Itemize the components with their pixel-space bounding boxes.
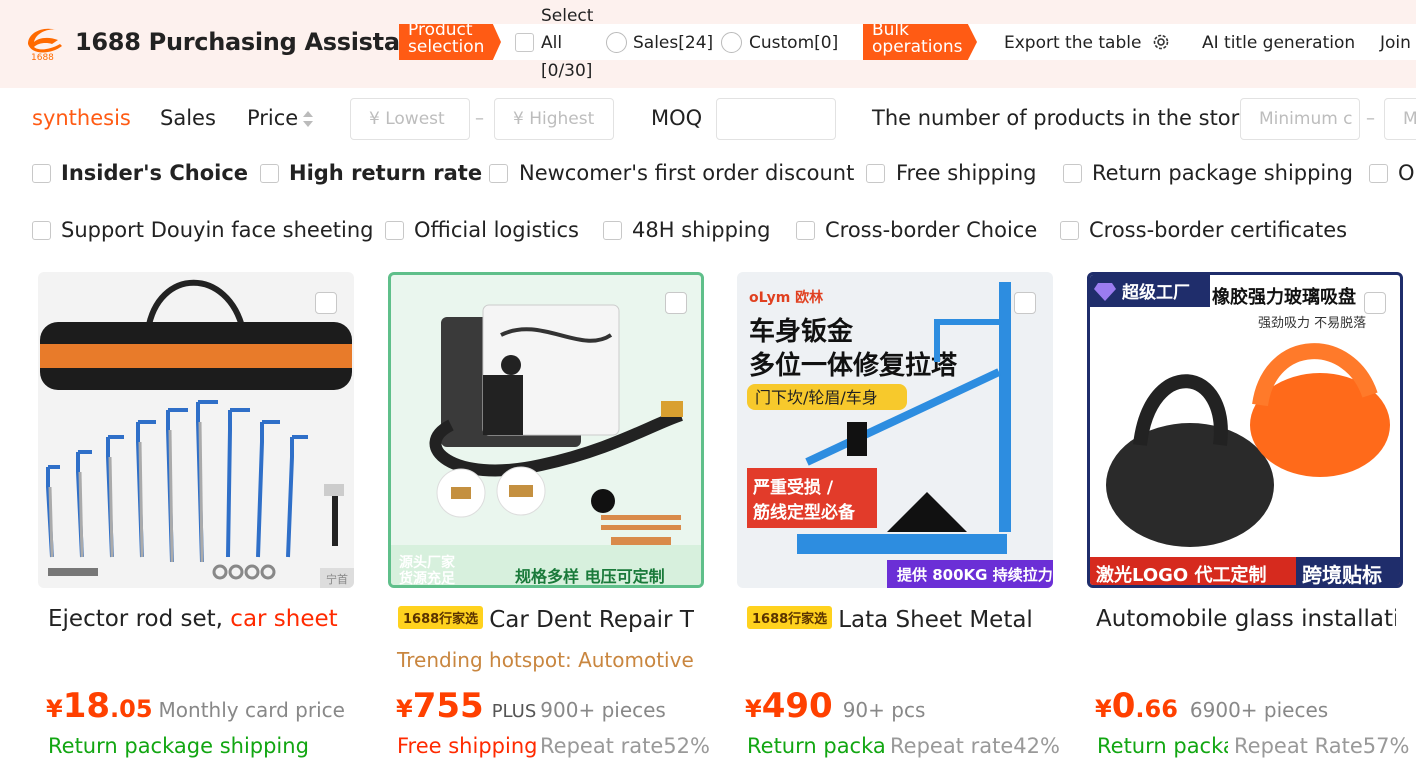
gear-icon[interactable] (1151, 32, 1171, 52)
product-price: ¥0.66 6900+ pieces (1095, 686, 1329, 726)
filter-48h[interactable]: 48H shipping (632, 218, 770, 242)
filter-high-return-rate-checkbox[interactable] (260, 164, 279, 183)
pulling-tower-image: oLym 欧林 车身钣金 多位一体修复拉塔 门下坎/轮眉/车身 严重受损 / 筋… (747, 282, 1053, 588)
svg-text:oLym 欧林: oLym 欧林 (749, 289, 823, 306)
select-all-label: All (541, 33, 563, 53)
alibaba-logo-icon: 1688 (28, 28, 62, 62)
filter-douyin[interactable]: Support Douyin face sheeting (61, 218, 373, 242)
filter-cross-border-cert-checkbox[interactable] (1060, 221, 1079, 240)
filter-newcomer-discount[interactable]: Newcomer's first order discount (519, 161, 854, 185)
product-price: ¥490 90+ pcs (745, 686, 926, 726)
filter-return-package[interactable]: Return package shipping (1092, 161, 1353, 185)
filter-cross-border-choice-checkbox[interactable] (796, 221, 815, 240)
product-title[interactable]: 1688行家选 Car Dent Repair T (398, 606, 698, 633)
product-image[interactable]: oLym 欧林 车身钣金 多位一体修复拉塔 门下坎/轮眉/车身 严重受损 / 筋… (737, 272, 1053, 588)
svg-text:跨境贴标: 跨境贴标 (1302, 563, 1382, 587)
app-title: 1688 Purchasing Assistant (75, 28, 428, 56)
filter-high-return-rate[interactable]: High return rate (289, 161, 482, 185)
product-select-checkbox[interactable] (665, 292, 687, 314)
repeat-rate: Repeat rate42% (890, 734, 1060, 758)
price-highest-input[interactable]: ¥ Highest (494, 98, 614, 140)
svg-text:橡胶强力玻璃吸盘: 橡胶强力玻璃吸盘 (1212, 286, 1356, 308)
svg-text:货源充足: 货源充足 (398, 570, 456, 587)
filter-douyin-checkbox[interactable] (32, 221, 51, 240)
select-all-checkbox[interactable] (515, 33, 534, 52)
product-image[interactable]: 超级工厂 橡胶强力玻璃吸盘 强劲吸力 不易脱落 激光LOGO 代工定制 跨境贴标 (1087, 272, 1403, 588)
store-products-label: The number of products in the store (872, 106, 1252, 130)
select-all-count: [0/30] (541, 61, 593, 81)
return-shipping-tag: Return packa (1097, 734, 1228, 758)
svg-text:筋线定型必备: 筋线定型必备 (752, 502, 856, 523)
ai-title-generation-button[interactable]: AI title generation (1202, 33, 1355, 53)
svg-text:源头厂家: 源头厂家 (399, 554, 456, 571)
return-shipping-tag: Return packag (747, 734, 884, 758)
sort-arrows-icon[interactable] (302, 109, 314, 129)
range-dash: – (475, 108, 484, 129)
filter-return-package-checkbox[interactable] (1063, 164, 1082, 183)
product-price: ¥755 PLUS 900+ pieces (396, 686, 666, 726)
trending-hotspot: Trending hotspot: Automotive (397, 648, 694, 672)
product-select-checkbox[interactable] (1364, 292, 1386, 314)
bulk-operations-tag: Bulk operations (863, 24, 977, 60)
svg-text:宁首: 宁首 (326, 572, 348, 586)
filter-insiders-choice-checkbox[interactable] (32, 164, 51, 183)
range-dash-2: – (1366, 108, 1375, 129)
filter-48h-checkbox[interactable] (603, 221, 622, 240)
filter-official-logistics-checkbox[interactable] (385, 221, 404, 240)
product-selection-tag: Product selection (399, 24, 501, 60)
expert-choice-badge: 1688行家选 (747, 606, 833, 629)
repeat-rate: Repeat rate52% (540, 734, 710, 758)
svg-text:激光LOGO 代工定制: 激光LOGO 代工定制 (1096, 564, 1266, 586)
sort-synthesis[interactable]: synthesis (32, 106, 131, 130)
export-table-button[interactable]: Export the table (1004, 33, 1141, 53)
price-lowest-input[interactable]: ¥ Lowest (350, 98, 470, 140)
repeat-rate: Repeat Rate57% (1234, 734, 1410, 758)
welder-image: 源头厂家 货源充足 规格多样 电压可定制 (391, 304, 701, 587)
filter-insiders-choice[interactable]: Insider's Choice (61, 161, 248, 185)
rod-set-image: 宁首 (40, 279, 354, 588)
moq-label: MOQ (651, 106, 703, 130)
return-shipping-tag: Return package shipping (48, 734, 309, 758)
sort-price[interactable]: Price (247, 106, 298, 130)
sales-radio-label[interactable]: Sales[24] (633, 33, 713, 53)
product-select-checkbox[interactable] (1014, 292, 1036, 314)
product-title[interactable]: Ejector rod set, car sheet (48, 606, 348, 632)
svg-text:严重受损 /: 严重受损 / (753, 477, 834, 498)
filter-cross-border-choice[interactable]: Cross-border Choice (825, 218, 1037, 242)
filter-free-shipping-checkbox[interactable] (866, 164, 885, 183)
product-title[interactable]: 1688行家选 Lata Sheet Metal (747, 606, 1047, 633)
svg-text:提供 800KG 持续拉力: 提供 800KG 持续拉力 (897, 566, 1053, 584)
svg-text:1688: 1688 (31, 53, 54, 62)
custom-radio[interactable] (721, 32, 742, 53)
filter-other[interactable]: O (1398, 161, 1415, 185)
svg-text:车身钣金: 车身钣金 (749, 316, 854, 347)
expert-choice-badge: 1688行家选 (398, 606, 484, 629)
filter-cross-border-cert[interactable]: Cross-border certificates (1089, 218, 1347, 242)
custom-radio-label[interactable]: Custom[0] (749, 33, 838, 53)
product-title[interactable]: Automobile glass installati (1096, 606, 1396, 632)
product-image[interactable]: 源头厂家 货源充足 规格多样 电压可定制 (388, 272, 704, 588)
filter-newcomer-discount-checkbox[interactable] (489, 164, 508, 183)
suction-cup-image: 超级工厂 橡胶强力玻璃吸盘 强劲吸力 不易脱落 激光LOGO 代工定制 跨境贴标 (1090, 275, 1400, 587)
select-all-label-top: Select (541, 6, 594, 26)
svg-text:超级工厂: 超级工厂 (1122, 282, 1190, 303)
join-button[interactable]: Join (1380, 33, 1411, 53)
sort-sales[interactable]: Sales (160, 106, 216, 130)
store-minimum-input[interactable]: Minimum c (1240, 98, 1360, 140)
filter-free-shipping[interactable]: Free shipping (896, 161, 1036, 185)
svg-text:强劲吸力 不易脱落: 强劲吸力 不易脱落 (1258, 316, 1366, 331)
product-select-checkbox[interactable] (315, 292, 337, 314)
product-price: ¥18.05 Monthly card price (46, 686, 345, 726)
filter-official-logistics[interactable]: Official logistics (414, 218, 579, 242)
sales-radio[interactable] (606, 32, 627, 53)
svg-text:多位一体修复拉塔: 多位一体修复拉塔 (749, 350, 958, 381)
moq-input[interactable] (716, 98, 836, 140)
filter-other-checkbox[interactable] (1369, 164, 1388, 183)
store-maximum-input[interactable]: M (1384, 98, 1416, 140)
free-shipping-tag: Free shipping (397, 734, 538, 758)
svg-text:门下坎/轮眉/车身: 门下坎/轮眉/车身 (755, 388, 878, 407)
svg-text:规格多样 电压可定制: 规格多样 电压可定制 (515, 567, 665, 586)
product-image[interactable]: 宁首 (38, 272, 354, 588)
